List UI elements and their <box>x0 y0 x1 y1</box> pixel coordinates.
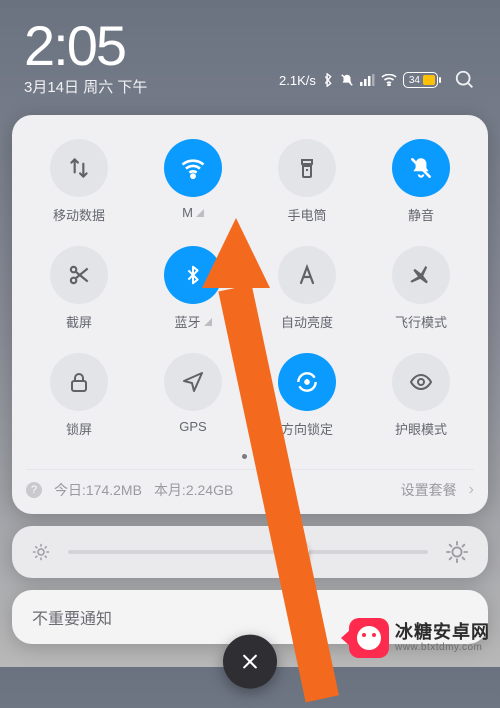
quick-settings-panel: 移动数据 M 手电筒 静音截屏 蓝牙 自动亮度 飞行模式锁屏 GPS 方向锁定 护眼模式 ? 今日… <box>12 115 488 514</box>
toggle-label: GPS <box>179 419 206 434</box>
page-dot-1[interactable] <box>242 454 247 459</box>
clock: 2:05 <box>24 18 147 74</box>
signal-status-icon <box>360 74 375 86</box>
notif-title: 不重要通知 <box>32 605 112 629</box>
toggle-label: 自动亮度 <box>281 312 333 331</box>
watermark: 冰糖安卓网 www.btxtdmy.com <box>345 615 494 661</box>
brightness-low-icon <box>32 543 50 561</box>
battery-pct: 34 <box>406 75 423 86</box>
bell-off-icon[interactable] <box>392 139 450 197</box>
toggle-label: 静音 <box>408 205 434 224</box>
toggle-wifi[interactable]: M <box>140 139 246 224</box>
data-month: 本月:2.24GB <box>154 480 233 500</box>
wifi-icon[interactable] <box>164 139 222 197</box>
toggle-label: 截屏 <box>66 312 92 331</box>
watermark-icon <box>349 618 389 658</box>
toggle-eye-comfort[interactable]: 护眼模式 <box>368 353 474 438</box>
bluetooth-icon[interactable] <box>164 246 222 304</box>
scissors-icon[interactable] <box>50 246 108 304</box>
signal-indicator-icon <box>204 318 212 326</box>
status-bar: 2:05 3月14日 周六 下午 2.1K/s 34 <box>0 0 500 107</box>
toggle-lock-screen[interactable]: 锁屏 <box>26 353 132 438</box>
brightness-slider-card[interactable] <box>12 526 488 578</box>
time-block: 2:05 3月14日 周六 下午 <box>24 18 147 97</box>
toggle-gps[interactable]: GPS <box>140 353 246 438</box>
page-indicator <box>26 454 474 459</box>
toggle-label: 方向锁定 <box>281 419 333 438</box>
signal-indicator-icon <box>196 209 204 217</box>
airplane-icon[interactable] <box>392 246 450 304</box>
brightness-high-icon <box>446 541 468 563</box>
toggle-mobile-data[interactable]: 移动数据 <box>26 139 132 224</box>
flashlight-icon[interactable] <box>278 139 336 197</box>
plan-label: 设置套餐 <box>401 480 457 500</box>
toggle-label: 蓝牙 <box>174 312 211 331</box>
toggle-bluetooth[interactable]: 蓝牙 <box>140 246 246 331</box>
toggle-screenshot[interactable]: 截屏 <box>26 246 132 331</box>
chevron-right-icon: › <box>469 481 474 499</box>
brightness-track[interactable] <box>68 550 428 554</box>
page-dot-2[interactable] <box>254 454 259 459</box>
data-today: 今日:174.2MB <box>54 480 142 500</box>
toggle-rotation-lock[interactable]: 方向锁定 <box>254 353 360 438</box>
toggle-airplane[interactable]: 飞行模式 <box>368 246 474 331</box>
letter-a-icon[interactable] <box>278 246 336 304</box>
battery-status-icon: 34 <box>403 72 438 88</box>
toggle-label: 移动数据 <box>53 205 105 224</box>
toggle-mute[interactable]: 静音 <box>368 139 474 224</box>
location-icon[interactable] <box>164 353 222 411</box>
wifi-status-icon <box>381 74 397 86</box>
date: 3月14日 周六 下午 <box>24 76 147 97</box>
watermark-cn: 冰糖安卓网 <box>395 623 490 643</box>
toggle-label: 护眼模式 <box>395 419 447 438</box>
toggle-label: 锁屏 <box>66 419 92 438</box>
toggle-label: 手电筒 <box>287 205 326 224</box>
toggle-flashlight[interactable]: 手电筒 <box>254 139 360 224</box>
rotation-lock-icon[interactable] <box>278 353 336 411</box>
vibrate-status-icon <box>340 73 354 87</box>
toggle-label: 飞行模式 <box>395 312 447 331</box>
info-icon: ? <box>26 482 42 498</box>
net-speed: 2.1K/s <box>279 73 316 88</box>
arrows-updown-icon[interactable] <box>50 139 108 197</box>
eye-icon[interactable] <box>392 353 450 411</box>
status-icons: 2.1K/s 34 <box>279 69 476 91</box>
toggle-label: M <box>182 205 204 220</box>
search-icon[interactable] <box>454 69 476 91</box>
data-usage-row[interactable]: ? 今日:174.2MB 本月:2.24GB 设置套餐 › <box>26 469 474 500</box>
lock-icon[interactable] <box>50 353 108 411</box>
brightness-thumb[interactable] <box>287 541 309 563</box>
close-button[interactable] <box>223 635 277 689</box>
watermark-en: www.btxtdmy.com <box>395 642 490 653</box>
toggle-grid: 移动数据 M 手电筒 静音截屏 蓝牙 自动亮度 飞行模式锁屏 GPS 方向锁定 护眼模式 <box>26 139 474 438</box>
bluetooth-status-icon <box>322 73 334 87</box>
toggle-auto-brightness[interactable]: 自动亮度 <box>254 246 360 331</box>
